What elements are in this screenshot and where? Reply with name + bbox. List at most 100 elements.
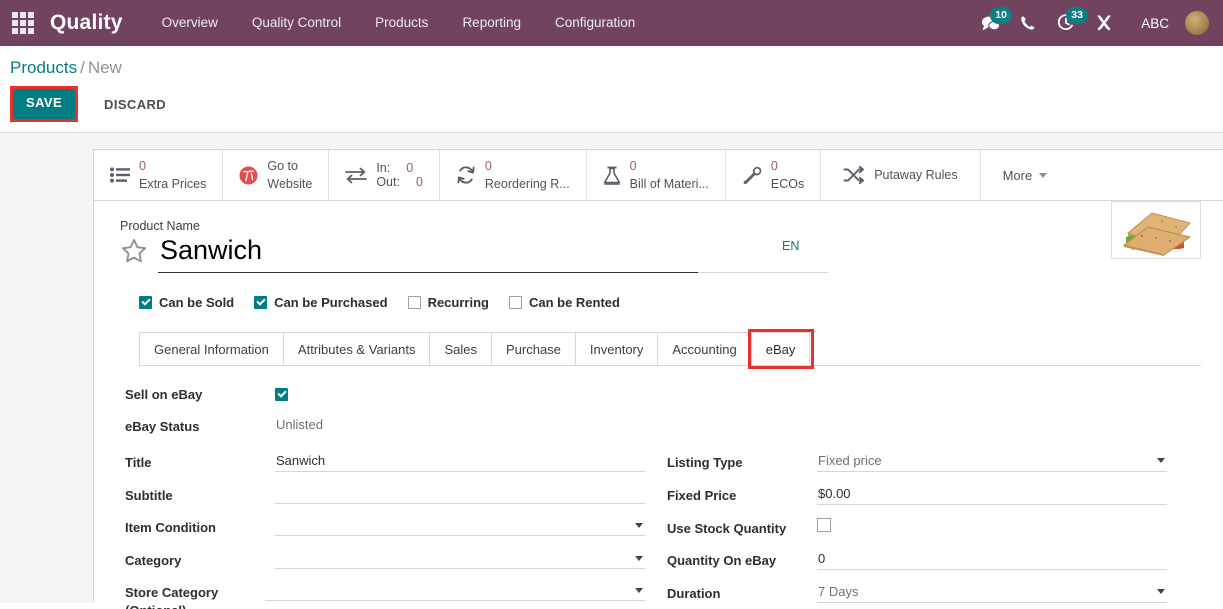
navbar-systray: 10 33 ABC bbox=[973, 7, 1209, 38]
tab-sales[interactable]: Sales bbox=[429, 331, 492, 365]
apps-grid-icon[interactable] bbox=[10, 10, 36, 36]
checkbox-sell-on-ebay[interactable] bbox=[275, 387, 288, 401]
stat-value: 0 bbox=[629, 158, 637, 173]
field-ebay-status: eBay Status Unlisted bbox=[125, 416, 1201, 436]
chevron-down-icon[interactable] bbox=[635, 555, 643, 561]
stat-button-box: 0 Extra Prices Go to Website In: 0 Out: … bbox=[94, 150, 1223, 202]
user-menu-name[interactable]: ABC bbox=[1125, 16, 1181, 31]
messages-icon[interactable]: 10 bbox=[973, 7, 1012, 38]
field-listing-type: Listing Type Fixed price bbox=[667, 452, 1167, 472]
stat-button-putaway-rules[interactable]: Putaway Rules bbox=[821, 150, 981, 201]
checkbox-recurring[interactable]: Recurring bbox=[407, 295, 489, 310]
field-fixed-price: Fixed Price $0.00 bbox=[667, 485, 1167, 505]
quantity-on-ebay-input[interactable]: 0 bbox=[817, 550, 1167, 571]
category-select[interactable] bbox=[275, 550, 645, 569]
sandwich-product-image[interactable] bbox=[1111, 201, 1201, 260]
checkbox-can-be-sold[interactable]: Can be Sold bbox=[139, 295, 234, 310]
avatar[interactable] bbox=[1185, 11, 1209, 35]
discard-button[interactable]: DISCARD bbox=[92, 90, 178, 119]
stat-label: Extra Prices bbox=[139, 177, 207, 192]
tab-general-information[interactable]: General Information bbox=[139, 331, 284, 365]
breadcrumb-products[interactable]: Products bbox=[10, 58, 77, 77]
listing-type-select[interactable]: Fixed price bbox=[817, 452, 1167, 472]
stat-button-extra-prices[interactable]: 0 Extra Prices bbox=[94, 150, 224, 201]
chevron-down-icon[interactable] bbox=[635, 523, 643, 529]
chevron-down-icon[interactable] bbox=[635, 588, 643, 594]
wrench-icon bbox=[742, 166, 762, 185]
activities-clock-icon[interactable]: 33 bbox=[1049, 7, 1088, 38]
ebay-form-columns: Title Sanwich Subtitle Item Condition Ca… bbox=[120, 452, 1201, 609]
stat-button-go-to-website[interactable]: Go to Website bbox=[223, 150, 330, 201]
subtitle-input[interactable] bbox=[275, 485, 645, 504]
product-name-input[interactable]: Sanwich bbox=[158, 234, 740, 268]
field-label: Store Category (Optional) bbox=[125, 585, 219, 609]
field-label: Title bbox=[125, 454, 152, 470]
checkbox-label: Can be Purchased bbox=[274, 294, 388, 310]
field-use-stock-quantity: Use Stock Quantity bbox=[667, 517, 1167, 538]
tab-inventory[interactable]: Inventory bbox=[574, 331, 659, 365]
product-flags: Can be Sold Can be Purchased Recurring C… bbox=[139, 295, 1201, 310]
checkbox-icon[interactable] bbox=[139, 295, 152, 309]
field-label: Quantity On eBay bbox=[667, 553, 777, 569]
list-icon bbox=[110, 167, 130, 183]
stat-value: 0 bbox=[139, 158, 146, 173]
field-label: Listing Type bbox=[667, 454, 743, 470]
tab-attributes-variants[interactable]: Attributes & Variants bbox=[282, 331, 431, 365]
tools-icon[interactable] bbox=[1087, 8, 1121, 38]
stat-button-bill-of-materials[interactable]: 0 Bill of Materi... bbox=[587, 150, 726, 201]
title-input[interactable]: Sanwich bbox=[275, 452, 645, 472]
product-name-caption: Product Name bbox=[120, 219, 200, 234]
ebay-left-column: Title Sanwich Subtitle Item Condition Ca… bbox=[125, 452, 645, 609]
menu-item-reporting[interactable]: Reporting bbox=[445, 0, 538, 46]
field-duration: Duration 7 Days bbox=[667, 583, 1167, 604]
menu-item-overview[interactable]: Overview bbox=[145, 0, 235, 46]
tab-purchase[interactable]: Purchase bbox=[490, 331, 576, 365]
fixed-price-input[interactable]: $0.00 bbox=[817, 485, 1167, 505]
form-content: Product Name Sanwich EN Can be Sold Can … bbox=[94, 201, 1223, 609]
main-menu: Overview Quality Control Products Report… bbox=[145, 0, 653, 46]
checkbox-label: Can be Sold bbox=[159, 294, 235, 310]
stat-out-value: 0 bbox=[415, 175, 423, 190]
menu-item-products[interactable]: Products bbox=[358, 0, 445, 46]
checkbox-icon[interactable] bbox=[407, 295, 421, 309]
stat-out-key: Out: bbox=[376, 175, 400, 190]
stat-button-ecos[interactable]: 0 ECOs bbox=[726, 150, 822, 201]
stat-label-line1: Go to bbox=[267, 158, 298, 173]
duration-select[interactable]: 7 Days bbox=[817, 583, 1167, 604]
field-label: Sell on eBay bbox=[125, 386, 203, 402]
phone-icon[interactable] bbox=[1011, 8, 1045, 38]
app-brand-title[interactable]: Quality bbox=[50, 11, 123, 35]
tab-accounting[interactable]: Accounting bbox=[657, 331, 752, 365]
store-category-select[interactable] bbox=[265, 582, 645, 602]
stat-button-reordering-rules[interactable]: 0 Reordering R... bbox=[440, 150, 587, 201]
field-value: Unlisted bbox=[276, 417, 323, 433]
field-label: Fixed Price bbox=[667, 487, 737, 503]
stat-value: 0 bbox=[770, 158, 778, 173]
field-subtitle: Subtitle bbox=[125, 485, 645, 505]
item-condition-select[interactable] bbox=[275, 517, 645, 537]
checkbox-use-stock-quantity[interactable] bbox=[817, 517, 831, 532]
stat-button-more[interactable]: More bbox=[981, 150, 1070, 200]
chevron-down-icon[interactable] bbox=[1157, 457, 1165, 463]
globe-icon bbox=[239, 166, 258, 185]
menu-item-quality-control[interactable]: Quality Control bbox=[235, 0, 358, 46]
chevron-down-icon[interactable] bbox=[1157, 589, 1165, 595]
language-selector[interactable]: EN bbox=[782, 239, 799, 253]
star-outline-icon[interactable] bbox=[120, 237, 148, 265]
checkbox-can-be-rented[interactable]: Can be Rented bbox=[508, 295, 620, 310]
stat-label-line2: Website bbox=[267, 177, 313, 192]
menu-item-configuration[interactable]: Configuration bbox=[538, 0, 652, 46]
save-button[interactable]: SAVE bbox=[13, 89, 76, 120]
stat-in-key: In: bbox=[376, 160, 391, 175]
field-label: Item Condition bbox=[125, 520, 216, 536]
save-button-highlight: SAVE bbox=[10, 86, 79, 123]
checkbox-icon[interactable] bbox=[508, 295, 522, 309]
checkbox-icon[interactable] bbox=[254, 295, 268, 309]
checkbox-can-be-purchased[interactable]: Can be Purchased bbox=[254, 294, 388, 310]
stat-label: Putaway Rules bbox=[874, 168, 958, 183]
activities-badge: 33 bbox=[1066, 7, 1088, 24]
stat-button-in-out[interactable]: In: 0 Out: 0 bbox=[329, 150, 440, 201]
product-title-row: Product Name Sanwich EN bbox=[120, 201, 1201, 273]
field-sell-on-ebay: Sell on eBay bbox=[125, 384, 1201, 404]
tab-ebay[interactable]: eBay bbox=[750, 331, 811, 365]
